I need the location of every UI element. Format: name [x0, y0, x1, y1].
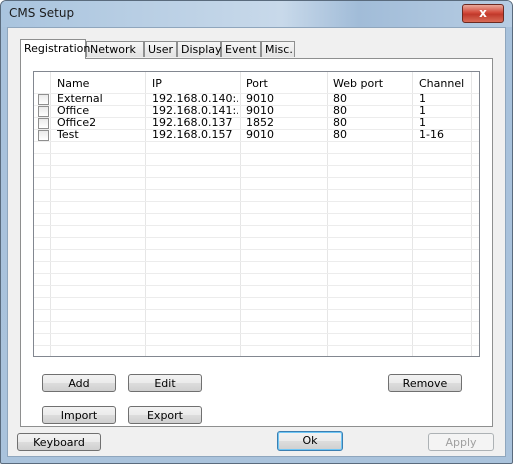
row-checkbox[interactable]: [38, 106, 49, 117]
tab-user[interactable]: User: [144, 41, 177, 57]
column-header-port[interactable]: Port: [246, 76, 268, 92]
ok-button[interactable]: Ok: [277, 431, 343, 451]
row-divider: [34, 201, 479, 202]
row-divider: [34, 153, 479, 154]
row-web-port: 80: [333, 105, 347, 117]
row-channel: 1: [419, 117, 426, 129]
row-port: 9010: [246, 105, 274, 117]
row-port: 1852: [246, 117, 274, 129]
row-web-port: 80: [333, 129, 347, 141]
row-divider: [34, 345, 479, 346]
row-divider: [34, 237, 479, 238]
table-row[interactable]: Office2 192.168.0.137 1852 80 1: [34, 117, 479, 129]
table-row[interactable]: External 192.168.0.140:... 9010 80 1: [34, 93, 479, 105]
tab-misc[interactable]: Misc.: [261, 41, 295, 57]
row-divider: [34, 285, 479, 286]
row-checkbox[interactable]: [38, 94, 49, 105]
row-name: External: [57, 93, 103, 105]
row-divider: [34, 141, 479, 142]
row-divider: [34, 177, 479, 178]
row-ip: 192.168.0.141:...: [152, 105, 238, 117]
close-button[interactable]: x: [462, 4, 504, 23]
row-ip: 192.168.0.137: [152, 117, 233, 129]
remove-button[interactable]: Remove: [388, 374, 462, 392]
row-divider: [34, 117, 479, 118]
row-divider: [34, 165, 479, 166]
title-bar[interactable]: CMS Setup x: [1, 1, 512, 27]
tab-display[interactable]: Display: [177, 41, 222, 57]
row-web-port: 80: [333, 117, 347, 129]
registration-list[interactable]: Name IP Port Web port Channel External 1…: [33, 71, 480, 357]
row-divider: [34, 225, 479, 226]
row-name: Office: [57, 105, 90, 117]
export-button[interactable]: Export: [128, 406, 202, 424]
row-checkbox[interactable]: [38, 130, 49, 141]
row-port: 9010: [246, 129, 274, 141]
window-title: CMS Setup: [9, 6, 75, 20]
tab-network[interactable]: Network: [86, 41, 144, 57]
table-row[interactable]: Test 192.168.0.157 9010 80 1-16: [34, 129, 479, 141]
row-divider: [34, 105, 479, 106]
row-channel: 1: [419, 105, 426, 117]
row-channel: 1: [419, 93, 426, 105]
row-divider: [34, 93, 479, 94]
row-port: 9010: [246, 93, 274, 105]
apply-button: Apply: [428, 433, 494, 451]
column-header-ip[interactable]: IP: [152, 76, 162, 92]
registration-panel: Name IP Port Web port Channel External 1…: [20, 58, 493, 427]
list-header: Name IP Port Web port Channel: [34, 76, 479, 92]
row-web-port: 80: [333, 93, 347, 105]
row-divider: [34, 309, 479, 310]
keyboard-button[interactable]: Keyboard: [17, 433, 101, 451]
row-divider: [34, 273, 479, 274]
row-checkbox[interactable]: [38, 118, 49, 129]
row-ip: 192.168.0.140:...: [152, 93, 238, 105]
column-header-channel[interactable]: Channel: [419, 76, 464, 92]
add-button[interactable]: Add: [42, 374, 116, 392]
tab-event[interactable]: Event: [221, 41, 261, 57]
row-divider: [34, 249, 479, 250]
row-divider: [34, 297, 479, 298]
import-button[interactable]: Import: [42, 406, 116, 424]
column-header-name[interactable]: Name: [57, 76, 89, 92]
dialog-client-area: Registration Network User Display Event …: [7, 27, 506, 457]
row-divider: [34, 189, 479, 190]
row-name: Test: [57, 129, 79, 141]
row-ip: 192.168.0.157: [152, 129, 233, 141]
close-icon: x: [479, 6, 487, 20]
table-row[interactable]: Office 192.168.0.141:... 9010 80 1: [34, 105, 479, 117]
column-header-web-port[interactable]: Web port: [333, 76, 383, 92]
row-divider: [34, 261, 479, 262]
row-channel: 1-16: [419, 129, 444, 141]
edit-button[interactable]: Edit: [128, 374, 202, 392]
row-divider: [34, 213, 479, 214]
tab-registration[interactable]: Registration: [20, 39, 90, 59]
row-divider: [34, 321, 479, 322]
row-name: Office2: [57, 117, 97, 129]
cms-setup-window: CMS Setup x Registration Network User Di…: [0, 0, 513, 464]
row-divider: [34, 333, 479, 334]
row-divider: [34, 129, 479, 130]
